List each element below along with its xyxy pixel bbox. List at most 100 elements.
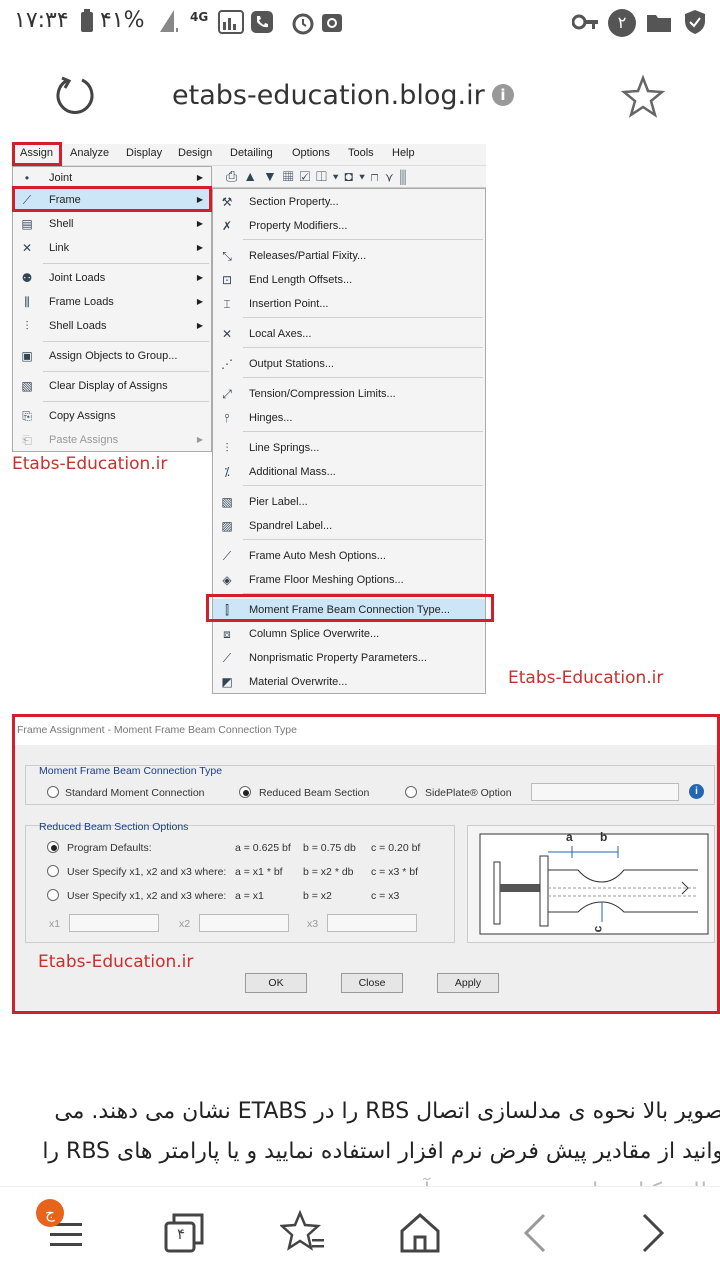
bookmarks-button[interactable] xyxy=(278,1209,328,1257)
submenu-releases[interactable]: ⤡ Releases/Partial Fixity... xyxy=(213,245,485,267)
submenu-column-splice-overwrite[interactable]: ⧈ Column Splice Overwrite... xyxy=(213,623,485,645)
local-axes-icon: ✕ xyxy=(221,327,233,341)
menu-item-assign-objects-to-group[interactable]: ▣ Assign Objects to Group... xyxy=(13,345,211,367)
additional-mass-icon: ⁒ xyxy=(224,465,230,479)
menu-item-joint-loads[interactable]: ⚉ Joint Loads ▶ xyxy=(13,267,211,289)
menu-display[interactable]: Display xyxy=(126,147,162,159)
menu-detailing[interactable]: Detailing xyxy=(230,147,273,159)
article-text: تصویر بالا نحوه ی مدلسازی اتصال RBS را د… xyxy=(0,1080,720,1204)
submenu-section-property[interactable]: ⚒ Section Property... xyxy=(213,191,485,213)
browser-bottom-bar: ج ۴ xyxy=(0,1186,720,1280)
menu-analyze[interactable]: Analyze xyxy=(70,147,109,159)
menu-item-copy-assigns[interactable]: ⎘ Copy Assigns xyxy=(13,405,211,427)
star-list-icon xyxy=(278,1209,324,1251)
submenu-nonprismatic-property-parameters[interactable]: ⟋ Nonprismatic Property Parameters... xyxy=(213,647,485,669)
dialog-titlebar: Frame Assignment - Moment Frame Beam Con… xyxy=(15,717,717,745)
menu-design[interactable]: Design xyxy=(178,147,212,159)
submenu-frame-floor-meshing-options[interactable]: ◈ Frame Floor Meshing Options... xyxy=(213,569,485,591)
row-label: User Specify x1, x2 and x3 where: xyxy=(67,890,227,902)
menu-item-shell[interactable]: ▤ Shell ▶ xyxy=(13,213,211,235)
group-icon: ▣ xyxy=(21,349,33,363)
submenu-end-length-offsets[interactable]: ⊡ End Length Offsets... xyxy=(213,269,485,291)
submenu-output-stations[interactable]: ⋰ Output Stations... xyxy=(213,353,485,375)
submenu-property-modifiers[interactable]: ✗ Property Modifiers... xyxy=(213,215,485,237)
home-icon xyxy=(400,1212,440,1253)
submenu-spandrel-label[interactable]: ▨ Spandrel Label... xyxy=(213,515,485,537)
submenu-local-axes[interactable]: ✕ Local Axes... xyxy=(213,323,485,345)
param-b: b = 0.75 db xyxy=(303,842,356,854)
info-icon[interactable]: i xyxy=(689,784,704,799)
reload-icon[interactable] xyxy=(52,72,98,122)
insertion-point-icon: ⌶ xyxy=(223,297,231,311)
joint-loads-icon: ⚉ xyxy=(21,271,33,285)
home-button[interactable] xyxy=(396,1209,444,1257)
submenu-tension-compression-limits[interactable]: ⤢ Tension/Compression Limits... xyxy=(213,383,485,405)
article-line: توانید از مقادیر پیش فرض نرم افزار استفا… xyxy=(42,1139,720,1164)
row-label: Program Defaults: xyxy=(67,842,152,854)
alarm-icon xyxy=(290,10,316,42)
highlight-frame xyxy=(12,186,212,212)
submenu-hinges[interactable]: ⫯ Hinges... xyxy=(213,407,485,429)
x1-input[interactable] xyxy=(69,914,159,932)
submenu-additional-mass[interactable]: ⁒ Additional Mass... xyxy=(213,461,485,483)
radio-user-specify-factors[interactable] xyxy=(47,865,59,877)
submenu-line-springs[interactable]: ⫶ Line Springs... xyxy=(213,437,485,459)
chevron-right-icon: ▶ xyxy=(196,219,203,228)
menu-item-link[interactable]: ✕ Link ▶ xyxy=(13,237,211,259)
article-image: Assign Analyze Display Design Detailing … xyxy=(0,142,720,1024)
param-c: c = 0.20 bf xyxy=(371,842,421,854)
radio-standard-moment[interactable] xyxy=(47,786,59,798)
divider xyxy=(43,341,209,342)
radio-reduced-beam-section-label: Reduced Beam Section xyxy=(259,787,370,799)
chevron-right-icon: ▶ xyxy=(196,297,203,306)
radio-standard-moment-label: Standard Moment Connection xyxy=(65,787,205,799)
submenu-pier-label[interactable]: ▧ Pier Label... xyxy=(213,491,485,513)
tabs-button[interactable]: ۴ xyxy=(160,1209,208,1257)
submenu-material-overwrite[interactable]: ◩ Material Overwrite... xyxy=(213,671,485,693)
sideplate-field[interactable] xyxy=(531,783,679,801)
radio-reduced-beam-section[interactable] xyxy=(239,786,251,798)
star-bookmark-icon[interactable] xyxy=(620,74,666,124)
radio-user-specify-values[interactable] xyxy=(47,889,59,901)
menu-tools[interactable]: Tools xyxy=(348,147,374,159)
menu-item-paste-assigns: ⎗ Paste Assigns ▶ xyxy=(13,429,211,451)
forward-button[interactable] xyxy=(628,1209,676,1257)
browser-toolbar: etabs-education.blog.ir i xyxy=(0,48,720,144)
phone-app-icon xyxy=(250,10,274,40)
menu-item-shell-loads[interactable]: ⫶ Shell Loads ▶ xyxy=(13,315,211,337)
column-splice-icon: ⧈ xyxy=(223,627,231,641)
menu-options[interactable]: Options xyxy=(292,147,330,159)
tension-compression-icon: ⤢ xyxy=(222,387,232,401)
shell-loads-icon: ⫶ xyxy=(25,319,29,333)
divider xyxy=(243,485,483,486)
menu-item-clear-display-of-assigns[interactable]: ▧ Clear Display of Assigns xyxy=(13,375,211,397)
joint-icon: • xyxy=(24,171,30,185)
x2-input[interactable] xyxy=(199,914,289,932)
submenu-frame-auto-mesh-options[interactable]: ⟋ Frame Auto Mesh Options... xyxy=(213,545,485,567)
watermark: Etabs-Education.ir xyxy=(38,952,194,972)
param-b: b = x2 xyxy=(303,890,332,902)
submenu-insertion-point[interactable]: ⌶ Insertion Point... xyxy=(213,293,485,315)
radio-sideplate[interactable] xyxy=(405,786,417,798)
divider xyxy=(243,239,483,240)
radio-program-defaults[interactable] xyxy=(47,841,59,853)
divider xyxy=(43,371,209,372)
menu-item-frame-loads[interactable]: ⫼ Frame Loads ▶ xyxy=(13,291,211,313)
divider xyxy=(43,401,209,402)
param-a: a = 0.625 bf xyxy=(235,842,291,854)
info-icon[interactable]: i xyxy=(492,84,514,106)
divider xyxy=(243,377,483,378)
rbs-options-group-label: Reduced Beam Section Options xyxy=(39,821,189,833)
x3-input[interactable] xyxy=(327,914,417,932)
back-button[interactable] xyxy=(512,1209,560,1257)
param-a: a = x1 * bf xyxy=(235,866,283,878)
url-text[interactable]: etabs-education.blog.ir xyxy=(172,80,485,111)
chevron-right-icon: ▶ xyxy=(196,243,203,252)
menu-help[interactable]: Help xyxy=(392,147,415,159)
close-button[interactable]: Close xyxy=(341,973,403,993)
ok-button[interactable]: OK xyxy=(245,973,307,993)
shell-icon: ▤ xyxy=(21,217,33,231)
apply-button[interactable]: Apply xyxy=(437,973,499,993)
menu-badge: ج xyxy=(36,1199,64,1227)
diagram-label-c: c xyxy=(590,925,605,933)
